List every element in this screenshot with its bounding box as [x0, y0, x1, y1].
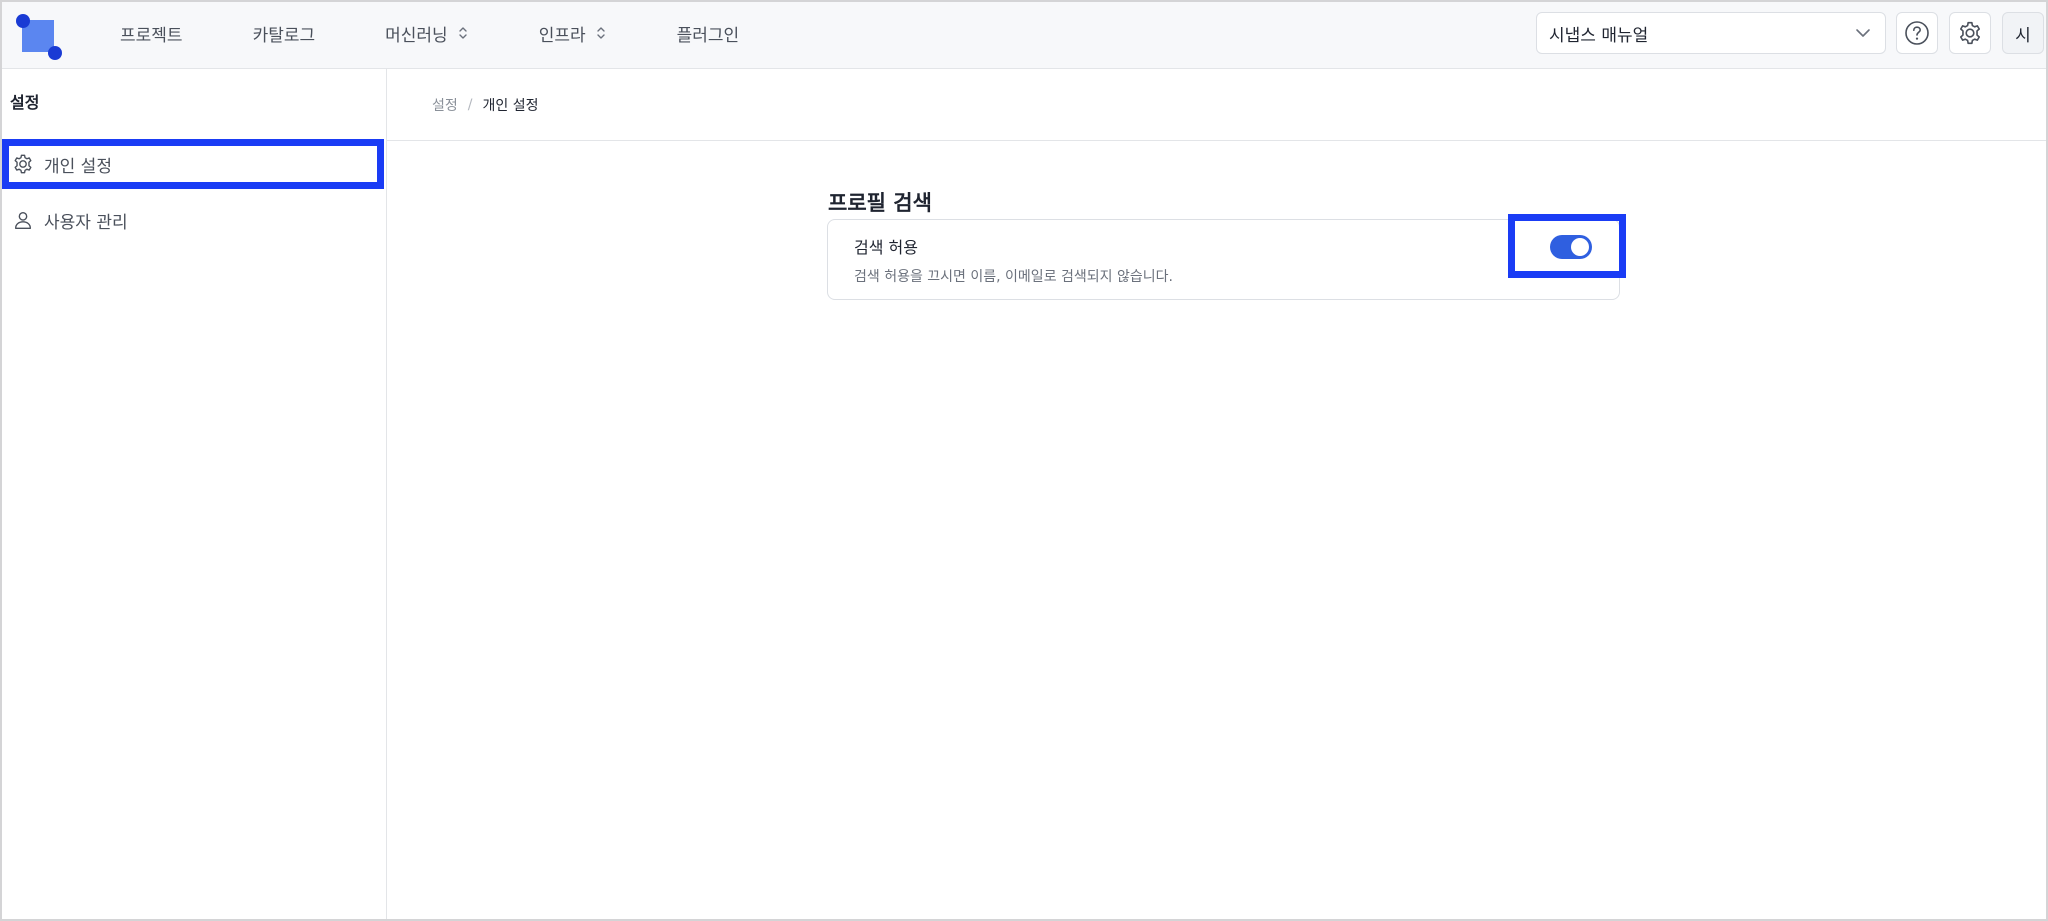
app-logo[interactable] — [16, 14, 64, 60]
settings-sidebar: 설정 개인 설정 사용자 관리 — [2, 69, 387, 919]
nav-item-label: 인프라 — [538, 25, 586, 46]
gear-icon — [1959, 21, 1981, 45]
nav-item-label: 카탈로그 — [252, 25, 316, 46]
workspace-select[interactable]: 시냅스 매뉴얼 — [1536, 12, 1886, 54]
nav-item-machine-learning[interactable]: 머신러닝 — [385, 21, 469, 46]
toggle-knob — [1571, 238, 1589, 256]
nav-item-label: 머신러닝 — [385, 25, 448, 46]
help-button[interactable] — [1896, 12, 1938, 54]
sidebar-item-label: 사용자 관리 — [44, 212, 128, 233]
nav-item-plugins[interactable]: 플러그인 — [677, 21, 740, 46]
user-avatar[interactable]: 시 — [2002, 12, 2044, 54]
search-permission-card: 검색 허용 검색 허용을 끄시면 이름, 이메일로 검색되지 않습니다. — [827, 219, 1620, 300]
chevron-up-down-icon — [596, 27, 605, 39]
chevron-up-down-icon — [458, 27, 467, 39]
sidebar-title: 설정 — [10, 93, 40, 112]
logo-dot-top-left — [16, 14, 30, 28]
sidebar-item-label: 개인 설정 — [44, 156, 112, 177]
gear-icon — [14, 154, 32, 174]
section-title: 프로필 검색 — [828, 191, 932, 215]
settings-button[interactable] — [1949, 12, 1991, 54]
sidebar-item-personal-settings[interactable]: 개인 설정 — [2, 139, 384, 189]
top-navigation-bar: 프로젝트 카탈로그 머신러닝 인프라 플러그인 시냅스 매뉴얼 시 — [2, 2, 2046, 69]
main-nav: 프로젝트 카탈로그 머신러닝 인프라 플러그인 — [120, 2, 809, 64]
header-divider — [387, 140, 2046, 141]
nav-item-label: 플러그인 — [676, 25, 740, 46]
breadcrumb: 설정 / 개인 설정 — [432, 95, 538, 115]
logo-dot-bottom-right — [48, 46, 62, 60]
chevron-down-icon — [1856, 29, 1870, 37]
nav-item-infra[interactable]: 인프라 — [539, 21, 607, 46]
setting-description: 검색 허용을 끄시면 이름, 이메일로 검색되지 않습니다. — [854, 269, 1173, 285]
nav-item-catalog[interactable]: 카탈로그 — [253, 21, 316, 46]
breadcrumb-current: 개인 설정 — [482, 98, 539, 114]
sidebar-item-user-management[interactable]: 사용자 관리 — [2, 195, 386, 245]
nav-item-projects[interactable]: 프로젝트 — [120, 21, 183, 46]
breadcrumb-separator: / — [467, 97, 473, 113]
workspace-label: 시냅스 매뉴얼 — [1549, 25, 1649, 46]
breadcrumb-root[interactable]: 설정 — [432, 95, 458, 115]
nav-item-label: 프로젝트 — [120, 25, 183, 46]
setting-title: 검색 허용 — [854, 238, 918, 257]
help-icon — [1905, 21, 1929, 45]
app-window: 프로젝트 카탈로그 머신러닝 인프라 플러그인 시냅스 매뉴얼 시 설정 개인 … — [0, 0, 2048, 921]
user-icon — [14, 211, 32, 229]
search-permission-toggle[interactable] — [1550, 235, 1592, 259]
